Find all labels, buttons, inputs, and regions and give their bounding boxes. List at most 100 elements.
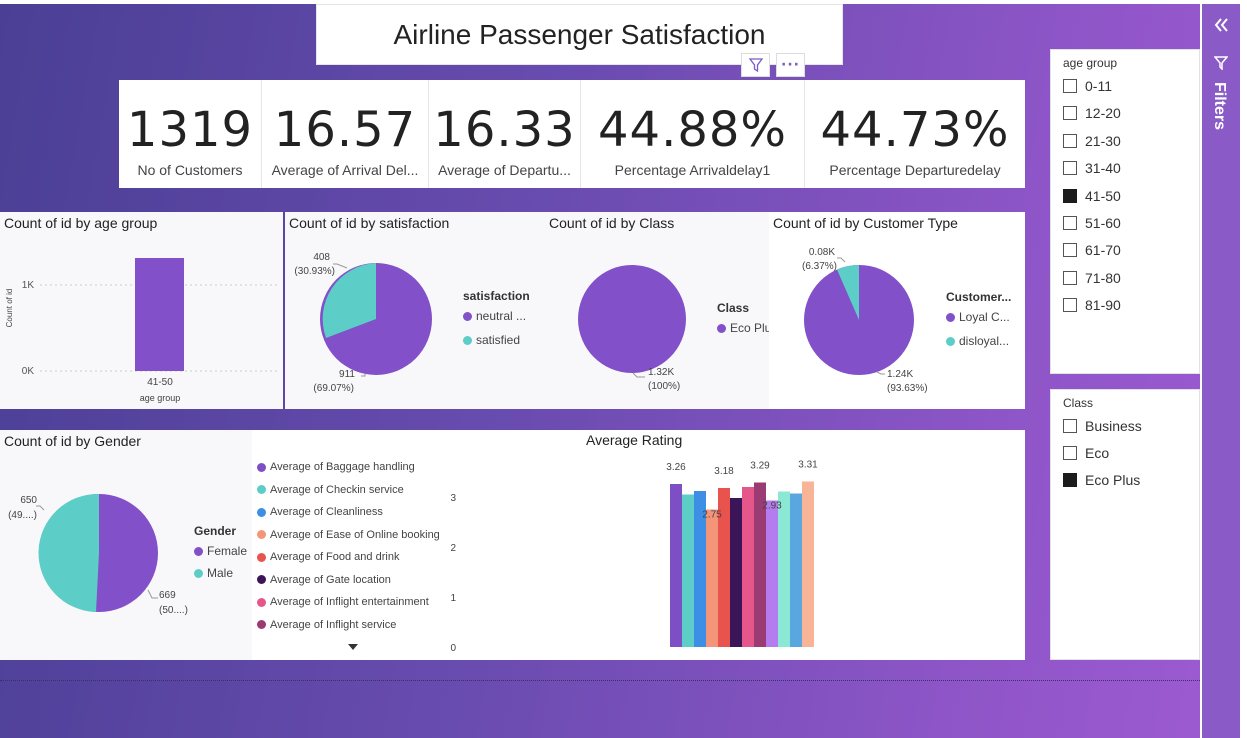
funnel-icon: [1214, 56, 1228, 70]
legend-title: Customer...: [946, 290, 1012, 304]
kpi-card-arrival-delay[interactable]: 16.57 Average of Arrival Del...: [262, 80, 429, 188]
legend-item[interactable]: Female: [194, 544, 247, 558]
filter-option-label: Eco Plus: [1085, 472, 1141, 488]
filter-option[interactable]: 12-20: [1063, 105, 1121, 121]
filter-option[interactable]: Eco: [1063, 445, 1109, 461]
data-label: (69.07%): [313, 383, 354, 394]
checkbox[interactable]: [1063, 79, 1077, 93]
legend-item[interactable]: Average of Ease of Online booking: [257, 524, 440, 547]
class-filter: Class Business Eco Eco Plus: [1050, 389, 1200, 660]
filters-pane-collapsed[interactable]: Filters: [1202, 4, 1240, 738]
filter-option-label: 12-20: [1085, 105, 1121, 122]
kpi-card-pct-arrival-delay[interactable]: 44.88% Percentage Arrivaldelay1: [581, 80, 805, 188]
filter-option-label: 51-60: [1085, 215, 1121, 231]
customer-legend: Customer... Loyal C... disloyal...: [946, 290, 1011, 348]
y-tick: 2: [450, 543, 456, 554]
filter-option[interactable]: Business: [1063, 418, 1142, 434]
filter-title: Class: [1063, 396, 1094, 410]
data-label: 408: [313, 252, 330, 263]
legend-item[interactable]: Average of Inflight entertainment: [257, 591, 440, 614]
kpi-value: 16.33: [433, 102, 576, 158]
filter-icon: [748, 58, 763, 73]
pie-slice-eco-plus: [578, 265, 686, 373]
filter-option-label: 31-40: [1085, 160, 1121, 177]
legend-item[interactable]: Average of Food and drink: [257, 546, 440, 569]
legend-item[interactable]: Average of Baggage handling: [257, 456, 440, 479]
gender-chart[interactable]: Count of id by Gender 650 (49....) 669 (…: [0, 430, 252, 660]
chart-title: Average Rating: [586, 432, 683, 448]
age-group-filter: age group 0-11 12-20 21-30 31-40 41-50 51-60 6…: [1050, 49, 1200, 374]
filter-option[interactable]: 0-11: [1063, 78, 1112, 94]
legend-item[interactable]: neutral ...: [463, 309, 530, 323]
class-chart[interactable]: Count of id by Class 1.32K (100%) Class …: [545, 212, 777, 409]
legend-swatch: [257, 530, 266, 540]
kpi-value: 44.88%: [597, 102, 788, 158]
checkbox[interactable]: [1063, 161, 1077, 176]
more-options-button[interactable]: ···: [776, 53, 805, 77]
age-group-bar-svg: Count of id 1K 0K 41-50 age group: [5, 258, 280, 403]
legend-item[interactable]: Average of Cleanliness: [257, 501, 440, 524]
kpi-card-pct-departure-delay[interactable]: 44.73% Percentage Departuredelay: [805, 80, 1025, 188]
legend-item[interactable]: satisfied: [463, 333, 530, 347]
age-group-chart[interactable]: Count of id by age group Count of id 1K …: [0, 212, 283, 409]
filter-option[interactable]: 81-90: [1063, 297, 1121, 313]
rating-legend: Average of Baggage handling Average of Ch…: [257, 456, 440, 636]
checkbox[interactable]: [1063, 133, 1077, 148]
bar-cleanliness: [694, 491, 706, 647]
filter-option[interactable]: 51-60: [1063, 215, 1121, 231]
x-tick: 41-50: [147, 377, 173, 388]
checkbox[interactable]: [1063, 446, 1077, 460]
legend-item[interactable]: disloyal...: [946, 334, 1011, 348]
checkbox[interactable]: [1063, 298, 1077, 313]
data-label: (6.37%): [802, 261, 837, 272]
filter-option[interactable]: 71-80: [1063, 270, 1121, 286]
filters-pane-label: Filters: [1211, 82, 1228, 131]
pie-slice-male: [38, 493, 99, 612]
double-chevron-left-icon[interactable]: [1212, 16, 1230, 34]
satisfaction-chart[interactable]: Count of id by satisfaction 408 (30.93%)…: [285, 212, 545, 409]
page-divider: [0, 680, 1200, 681]
checkbox[interactable]: [1063, 216, 1077, 230]
data-label: 911: [339, 369, 355, 380]
filter-option[interactable]: 61-70: [1063, 242, 1121, 258]
legend-item[interactable]: Average of Gate location: [257, 569, 440, 592]
data-label: 3.26: [666, 462, 686, 473]
y-tick: 1K: [22, 280, 35, 291]
filter-option-label: 71-80: [1085, 269, 1121, 286]
kpi-card-customers[interactable]: 1319 No of Customers: [119, 80, 262, 188]
checkbox-checked[interactable]: [1063, 473, 1077, 487]
average-rating-chart[interactable]: Average Rating Average of Baggage handli…: [252, 430, 1025, 660]
y-tick: 1: [450, 593, 456, 604]
legend-item[interactable]: Average of Checkin service: [257, 479, 440, 502]
filter-option[interactable]: 21-30: [1063, 133, 1121, 149]
filter-option-label: 21-30: [1085, 132, 1121, 149]
y-tick: 0: [450, 643, 456, 654]
kpi-value: 16.57: [273, 102, 417, 158]
checkbox[interactable]: [1063, 243, 1077, 258]
kpi-label: Percentage Arrivaldelay1: [614, 162, 771, 178]
legend-item[interactable]: Male: [194, 566, 247, 580]
bar-inflight-wifi: [766, 500, 778, 647]
data-label: 2.93: [762, 501, 782, 512]
checkbox[interactable]: [1063, 270, 1077, 285]
bar-41-50: [135, 258, 184, 371]
legend-item[interactable]: Average of Inflight service: [257, 614, 440, 637]
data-label: 3.29: [750, 461, 770, 472]
legend-scroll-down-icon[interactable]: [348, 644, 358, 652]
customer-type-chart[interactable]: Count of id by Customer Type 0.08K (6.37…: [769, 212, 1025, 409]
legend-swatch: [257, 575, 266, 585]
checkbox[interactable]: [1063, 419, 1077, 433]
legend-title: Gender: [194, 524, 237, 538]
filter-option[interactable]: 41-50: [1063, 188, 1121, 204]
legend-item[interactable]: Loyal C...: [946, 310, 1011, 324]
kpi-label: Average of Arrival Del...: [271, 162, 419, 178]
filter-option[interactable]: 31-40: [1063, 160, 1121, 176]
kpi-card-departure-delay[interactable]: 16.33 Average of Departu...: [429, 80, 581, 188]
filter-option[interactable]: Eco Plus: [1063, 472, 1140, 488]
filter-option-label: 0-11: [1085, 78, 1112, 94]
data-label: 1.24K: [887, 369, 913, 380]
checkbox[interactable]: [1063, 106, 1077, 121]
filter-button[interactable]: [741, 53, 770, 77]
data-label: 669: [159, 590, 176, 601]
checkbox-checked[interactable]: [1063, 188, 1077, 203]
